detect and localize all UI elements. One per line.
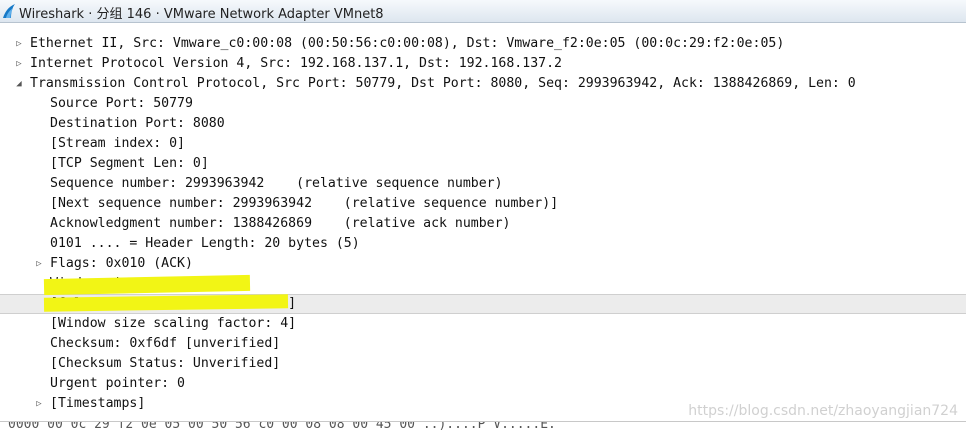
tree-row-label: [Calculated window size: 65928] — [50, 296, 297, 311]
window-titlebar[interactable]: Wireshark · 分组 146 · VMware Network Adap… — [0, 0, 966, 23]
wireshark-fin-icon — [3, 4, 15, 18]
expand-arrow-icon[interactable]: ▷ — [33, 254, 45, 274]
tree-row-label: Sequence number: 2993963942 (relative se… — [50, 176, 503, 191]
tree-row[interactable]: Checksum: 0xf6df [unverified] — [0, 334, 966, 354]
tree-row-label: Ethernet II, Src: Vmware_c0:00:08 (00:50… — [30, 36, 785, 51]
tree-row-label: Checksum: 0xf6df [unverified] — [50, 336, 281, 351]
tree-row[interactable]: Source Port: 50779 — [0, 94, 966, 114]
tree-row-label: [Window size scaling factor: 4] — [50, 316, 297, 331]
collapse-arrow-icon[interactable]: ◢ — [13, 74, 25, 94]
expand-arrow-icon[interactable]: ▷ — [33, 394, 45, 414]
tree-row-label: [Next sequence number: 2993963942 (relat… — [50, 196, 559, 211]
tree-row-label: [Checksum Status: Unverified] — [50, 356, 281, 371]
tree-row-label: Acknowledgment number: 1388426869 (relat… — [50, 216, 511, 231]
tree-row[interactable]: Window size value: 16482 — [0, 274, 966, 294]
tree-row[interactable]: [Stream index: 0] — [0, 134, 966, 154]
tree-row[interactable]: Urgent pointer: 0 — [0, 374, 966, 394]
watermark-text: https://blog.csdn.net/zhaoyangjian724 — [688, 403, 958, 419]
tree-row[interactable]: Destination Port: 8080 — [0, 114, 966, 134]
hex-dump-line: 0000 00 0c 29 f2 0e 05 00 50 56 c0 00 08… — [8, 421, 556, 432]
tree-row-label: Urgent pointer: 0 — [50, 376, 185, 391]
tree-row[interactable]: ◢ Transmission Control Protocol, Src Port… — [0, 74, 966, 94]
tree-row-label: [Stream index: 0] — [50, 136, 185, 151]
tree-row-label: Internet Protocol Version 4, Src: 192.16… — [30, 56, 562, 71]
packet-bytes-pane[interactable]: 0000 00 0c 29 f2 0e 05 00 50 56 c0 00 08… — [0, 421, 966, 434]
tree-row-label: [Timestamps] — [50, 396, 146, 411]
tree-row-label: Flags: 0x010 (ACK) — [50, 256, 193, 271]
tree-row[interactable]: [Window size scaling factor: 4] — [0, 314, 966, 334]
tree-row-label: Source Port: 50779 — [50, 96, 193, 111]
tree-row-label: Destination Port: 8080 — [50, 116, 225, 131]
tree-row-label: Window size value: 16482 — [50, 276, 241, 291]
expand-arrow-icon[interactable]: ▷ — [13, 34, 25, 54]
packet-details-tree[interactable]: ▷ Ethernet II, Src: Vmware_c0:00:08 (00:5… — [0, 34, 966, 414]
tree-row-label: [TCP Segment Len: 0] — [50, 156, 209, 171]
tree-row-label: Transmission Control Protocol, Src Port:… — [30, 76, 856, 91]
tree-row[interactable]: Acknowledgment number: 1388426869 (relat… — [0, 214, 966, 234]
tree-row[interactable]: ▷ Internet Protocol Version 4, Src: 192.1… — [0, 54, 966, 74]
tree-row-label: 0101 .... = Header Length: 20 bytes (5) — [50, 236, 360, 251]
tree-row[interactable]: ▷ Ethernet II, Src: Vmware_c0:00:08 (00:5… — [0, 34, 966, 54]
tree-row[interactable]: ▷ Flags: 0x010 (ACK) — [0, 254, 966, 274]
tree-row[interactable]: 0101 .... = Header Length: 20 bytes (5) — [0, 234, 966, 254]
expand-arrow-icon[interactable]: ▷ — [13, 54, 25, 74]
tree-row[interactable]: [Calculated window size: 65928] — [0, 294, 966, 314]
tree-row[interactable]: [Checksum Status: Unverified] — [0, 354, 966, 374]
tree-row[interactable]: [Next sequence number: 2993963942 (relat… — [0, 194, 966, 214]
window-title: Wireshark · 分组 146 · VMware Network Adap… — [19, 7, 384, 22]
tree-row[interactable]: Sequence number: 2993963942 (relative se… — [0, 174, 966, 194]
tree-row[interactable]: [TCP Segment Len: 0] — [0, 154, 966, 174]
